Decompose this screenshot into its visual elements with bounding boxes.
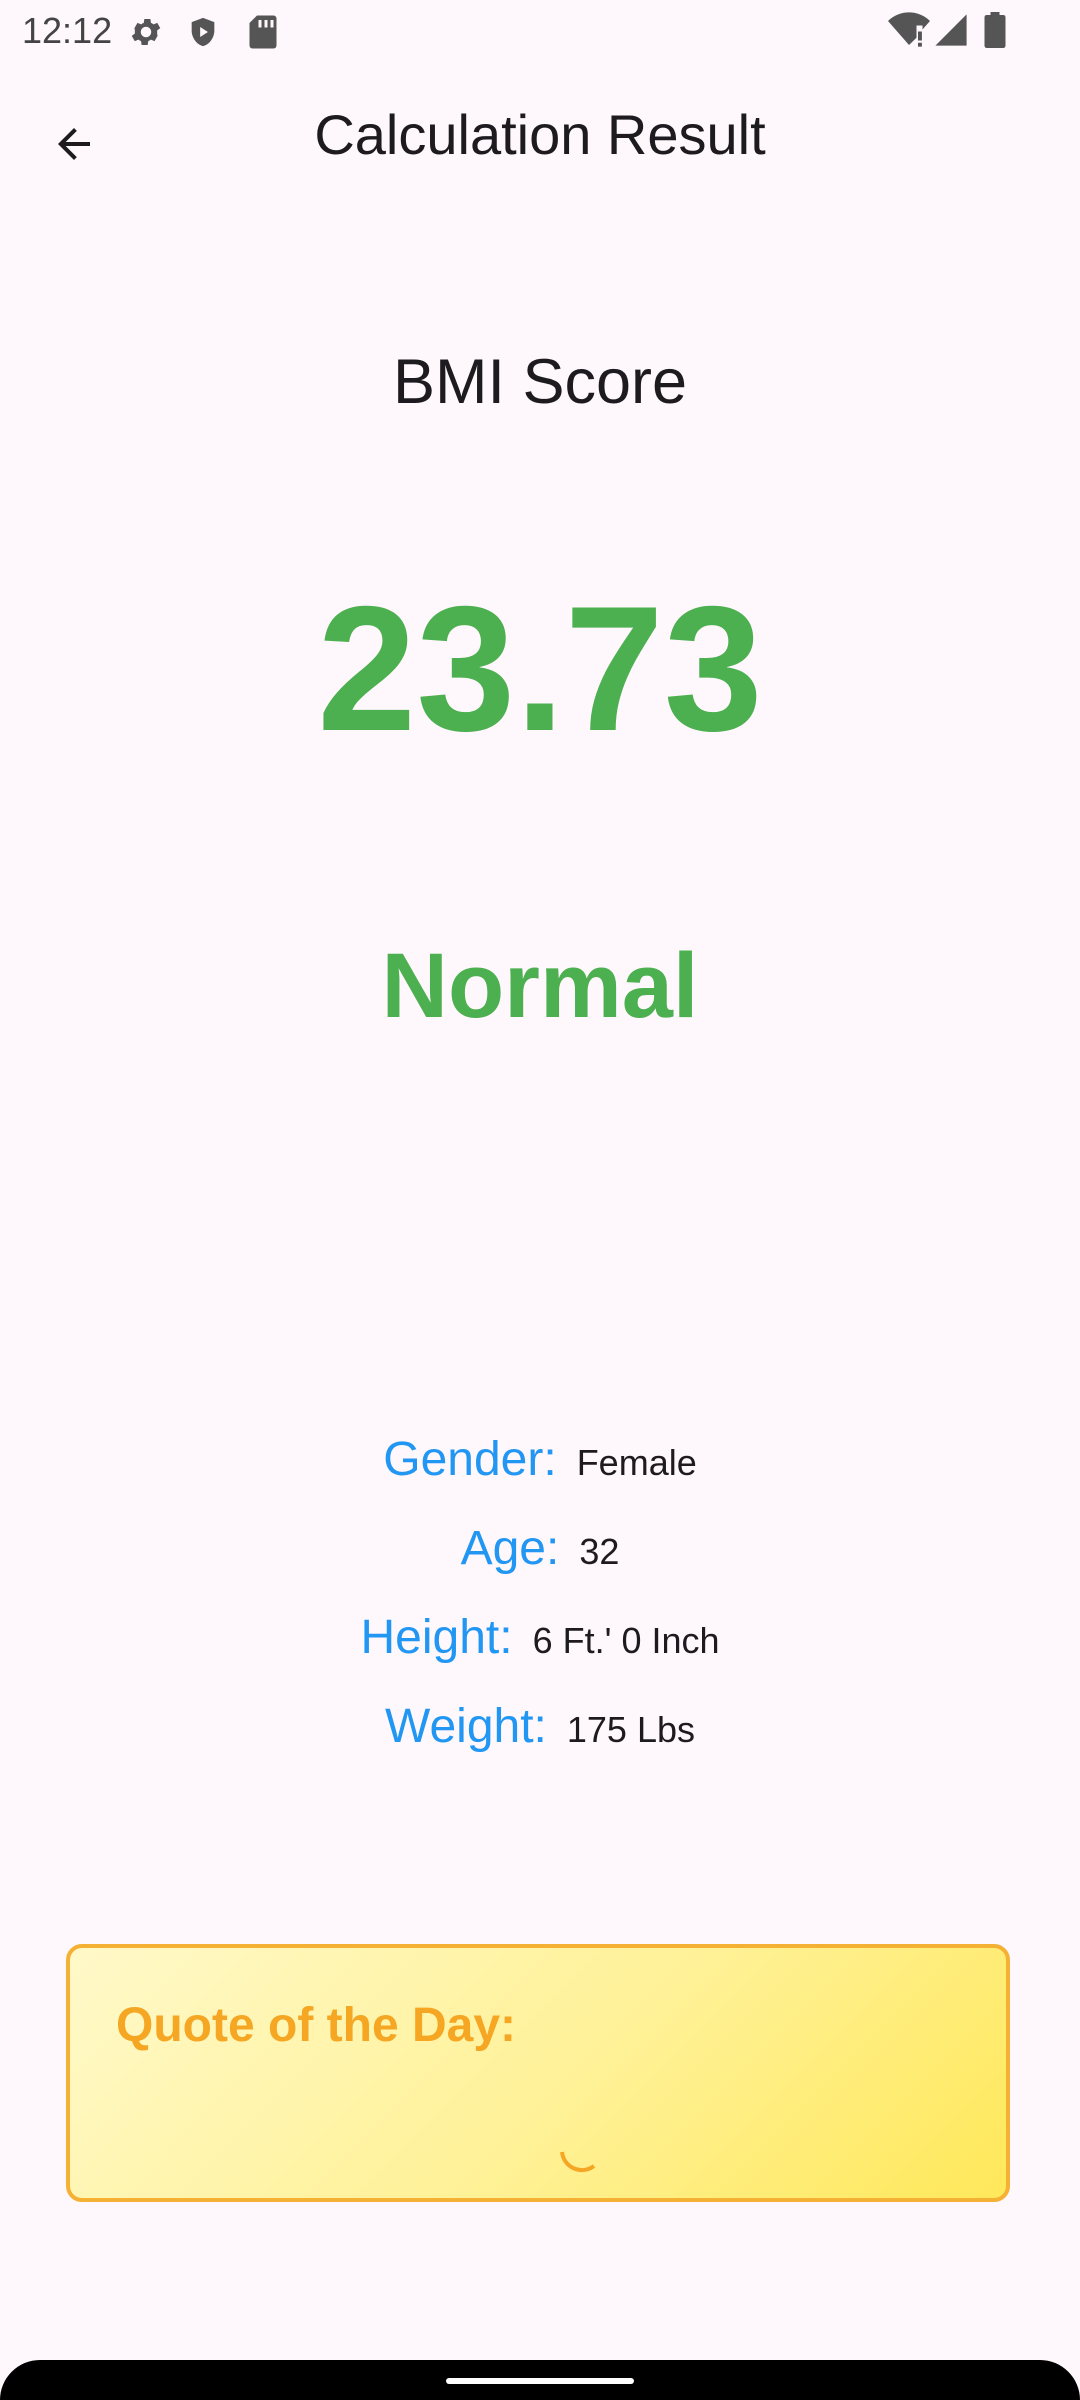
detail-row-height: Height: 6 Ft.' 0 Inch xyxy=(0,1610,1080,1665)
gear-icon xyxy=(128,14,164,55)
gender-value: Female xyxy=(576,1442,697,1483)
page-title: Calculation Result xyxy=(314,103,766,166)
app-bar: Calculation Result xyxy=(0,80,1080,190)
shield-icon xyxy=(186,14,220,55)
weight-value: 175 Lbs xyxy=(566,1709,695,1750)
bmi-value: 23.73 xyxy=(317,569,763,768)
detail-row-weight: Weight: 175 Lbs xyxy=(0,1699,1080,1754)
bmi-score-heading: BMI Score xyxy=(392,347,688,417)
height-value: 6 Ft.' 0 Inch xyxy=(532,1620,720,1661)
home-gesture-handle[interactable] xyxy=(446,2378,634,2384)
wifi-alert-icon xyxy=(888,12,930,53)
status-bar: 12:12 xyxy=(0,0,1080,64)
quote-title: Quote of the Day: xyxy=(116,1999,517,2052)
height-label: Height: xyxy=(360,1611,513,1664)
signal-icon xyxy=(934,12,968,53)
bmi-category: Normal xyxy=(381,935,699,1037)
detail-row-gender: Gender: Female xyxy=(0,1432,1080,1487)
weight-label: Weight: xyxy=(385,1700,547,1753)
loading-spinner-icon xyxy=(540,2108,620,2193)
sd-card-icon xyxy=(248,14,278,55)
detail-row-age: Age: 32 xyxy=(0,1521,1080,1576)
quote-card: Quote of the Day: xyxy=(66,1944,1010,2202)
status-time: 12:12 xyxy=(22,10,113,51)
navigation-bar xyxy=(0,2360,1080,2400)
battery-icon xyxy=(984,12,1006,53)
gender-label: Gender: xyxy=(383,1433,557,1486)
age-value: 32 xyxy=(579,1531,620,1572)
age-label: Age: xyxy=(460,1522,560,1575)
